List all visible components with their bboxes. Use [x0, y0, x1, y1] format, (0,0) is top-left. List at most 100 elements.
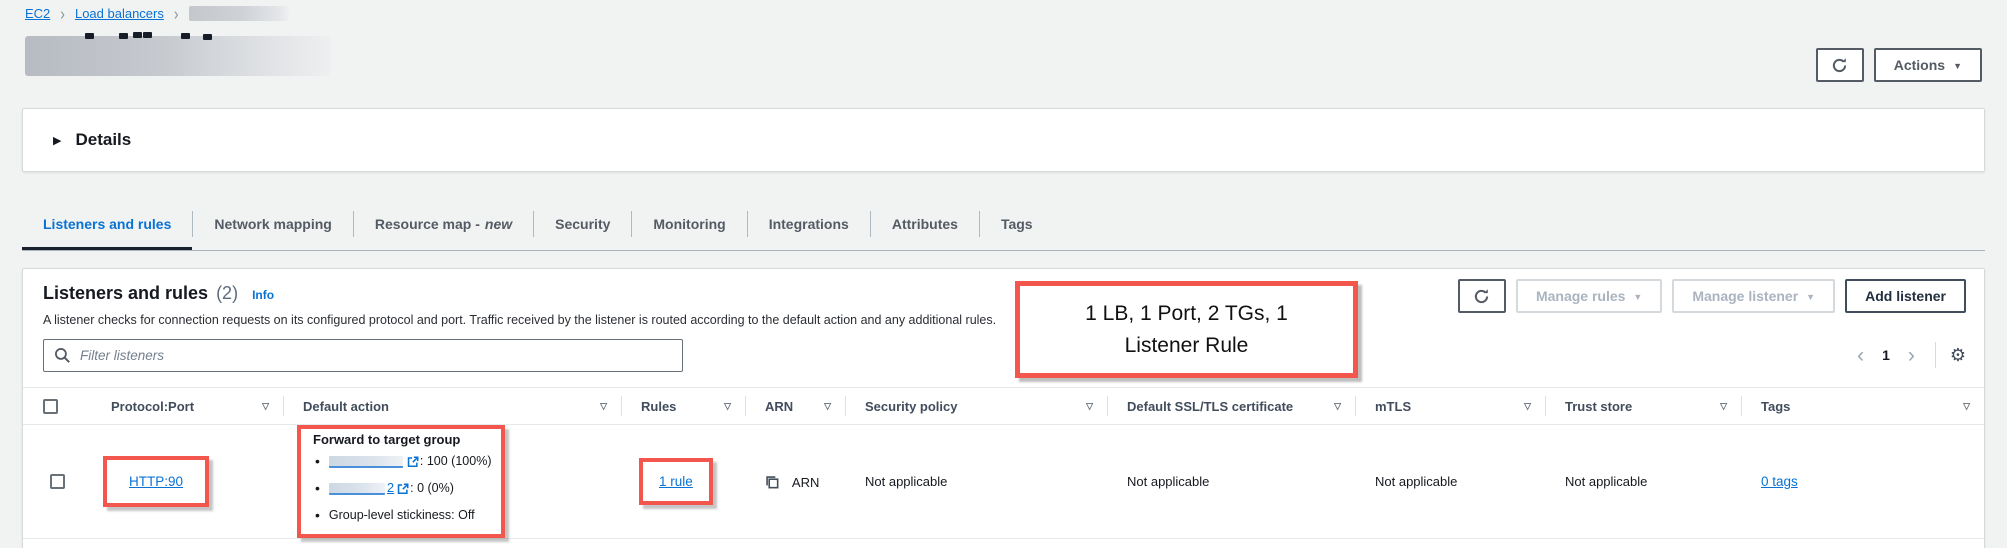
breadcrumb-chevron-icon: › — [60, 3, 65, 23]
ssl-certificate-value: Not applicable — [1127, 474, 1209, 489]
tab-label: Resource map - — [375, 216, 480, 232]
tab-label: Attributes — [892, 216, 958, 232]
table-header-row: Protocol:Port▽ Default action▽ Rules▽ AR… — [23, 388, 1984, 425]
sort-icon: ▽ — [1720, 401, 1727, 412]
page-next-icon[interactable]: › — [1902, 345, 1921, 366]
table-refresh-button[interactable] — [1458, 279, 1506, 313]
tab-security[interactable]: Security — [534, 198, 631, 250]
col-arn[interactable]: ARN ▽ — [745, 388, 845, 425]
listeners-panel: Listeners and rules (2) Info A listener … — [22, 268, 1985, 548]
listener-link[interactable]: HTTP:90 — [129, 474, 183, 489]
target-group-link-redacted[interactable] — [329, 483, 385, 495]
col-mtls[interactable]: mTLS▽ — [1355, 388, 1545, 425]
annotation-text: 1 LB, 1 Port, 2 TGs, 1 Listener Rule — [1046, 298, 1327, 361]
breadcrumb-link-ec2[interactable]: EC2 — [25, 6, 50, 21]
col-protocol-port[interactable]: Protocol:Port ▽ — [91, 388, 283, 425]
manage-rules-button[interactable]: Manage rules ▼ — [1516, 279, 1662, 313]
tab-resource-map[interactable]: Resource map - new — [354, 198, 533, 250]
manage-listener-button[interactable]: Manage listener ▼ — [1672, 279, 1835, 313]
tab-bar: Listeners and rules Network mapping Reso… — [22, 198, 1985, 251]
tab-label: Integrations — [769, 216, 849, 232]
col-label: Trust store — [1565, 399, 1632, 414]
col-ssl-certificate[interactable]: Default SSL/TLS certificate ▽ — [1107, 388, 1355, 425]
row-checkbox[interactable] — [50, 474, 65, 489]
tab-monitoring[interactable]: Monitoring — [632, 198, 746, 250]
tab-label: Network mapping — [214, 216, 331, 232]
pagination: ‹ 1 › ⚙ — [1851, 342, 1966, 368]
refresh-icon — [1473, 288, 1490, 305]
ssl-certificate-cell: Not applicable — [1107, 425, 1355, 539]
panel-description: A listener checks for connection request… — [43, 313, 1964, 327]
tabs-baseline-divider — [22, 250, 1985, 251]
trust-store-value: Not applicable — [1565, 474, 1647, 489]
panel-count: (2) — [216, 283, 238, 304]
toolbar-divider — [1935, 342, 1936, 368]
col-label: ARN — [765, 399, 793, 414]
details-panel[interactable]: ▶ Details — [22, 108, 1985, 172]
target-group-link-redacted[interactable] — [329, 456, 403, 468]
chevron-down-icon: ▼ — [1806, 293, 1815, 302]
col-label: Default action — [303, 399, 389, 414]
breadcrumb-link-load-balancers[interactable]: Load balancers — [75, 6, 164, 21]
col-label: mTLS — [1375, 399, 1411, 414]
tab-new-badge: new — [485, 216, 512, 232]
panel-buttons: Manage rules ▼ Manage listener ▼ Add lis… — [1458, 279, 1966, 313]
breadcrumb-chevron-icon: › — [174, 3, 179, 23]
col-label: Default SSL/TLS certificate — [1127, 399, 1293, 414]
col-label: Tags — [1761, 399, 1790, 414]
stickiness-text: Group-level stickiness: Off — [329, 503, 475, 527]
sort-icon: ▽ — [824, 401, 831, 412]
security-policy-cell: Not applicable — [845, 425, 1107, 539]
rules-link[interactable]: 1 rule — [659, 474, 693, 489]
tab-integrations[interactable]: Integrations — [748, 198, 870, 250]
tags-cell: 0 tags — [1741, 425, 1984, 539]
tab-tags[interactable]: Tags — [980, 198, 1054, 250]
tab-label: Monitoring — [653, 216, 725, 232]
col-tags[interactable]: Tags▽ — [1741, 388, 1984, 425]
tab-attributes[interactable]: Attributes — [871, 198, 979, 250]
protocol-port-cell: HTTP:90 — [91, 425, 283, 539]
target-group-weight: : 0 (0%) — [410, 476, 454, 500]
gear-icon[interactable]: ⚙ — [1950, 346, 1966, 364]
sort-icon: ▽ — [262, 401, 269, 412]
add-listener-button[interactable]: Add listener — [1845, 279, 1966, 313]
col-security-policy[interactable]: Security policy▽ — [845, 388, 1107, 425]
default-action-cell: Forward to target group : 100 (100%) — [283, 425, 621, 539]
col-trust-store[interactable]: Trust store ▽ — [1545, 388, 1741, 425]
annotation-callout: 1 LB, 1 Port, 2 TGs, 1 Listener Rule — [1015, 281, 1358, 378]
refresh-button[interactable] — [1816, 48, 1864, 82]
tab-network-mapping[interactable]: Network mapping — [193, 198, 352, 250]
col-label: Rules — [641, 399, 676, 414]
annotation-outline: 1 rule — [639, 458, 713, 505]
col-label: Protocol:Port — [111, 399, 194, 414]
stickiness-item: Group-level stickiness: Off — [309, 502, 491, 529]
col-rules[interactable]: Rules▽ — [621, 388, 745, 425]
tags-link[interactable]: 0 tags — [1761, 474, 1798, 489]
col-default-action[interactable]: Default action▽ — [283, 388, 621, 425]
panel-header: Listeners and rules (2) Info A listener … — [23, 269, 1984, 327]
page-prev-icon[interactable]: ‹ — [1851, 345, 1870, 366]
manage-rules-label: Manage rules — [1536, 288, 1625, 304]
info-link[interactable]: Info — [252, 288, 274, 302]
page-actions: Actions ▼ — [1816, 48, 1982, 82]
sort-icon: ▽ — [1334, 401, 1341, 412]
filter-box — [43, 339, 683, 372]
details-title: Details — [75, 130, 131, 150]
expand-caret-icon: ▶ — [53, 134, 61, 147]
manage-listener-label: Manage listener — [1692, 288, 1798, 304]
page-number[interactable]: 1 — [1876, 347, 1896, 363]
annotation-outline: HTTP:90 — [103, 456, 209, 507]
page-title-redacted — [25, 36, 330, 76]
listeners-table: Protocol:Port▽ Default action▽ Rules▽ AR… — [23, 387, 1984, 539]
select-all-checkbox[interactable] — [43, 399, 58, 414]
external-link-icon — [397, 483, 409, 495]
forward-title: Forward to target group — [309, 432, 491, 447]
actions-button[interactable]: Actions ▼ — [1874, 48, 1982, 82]
target-group-link-suffix[interactable]: 2 — [387, 476, 394, 501]
chevron-down-icon: ▼ — [1633, 293, 1642, 302]
tab-listeners-and-rules[interactable]: Listeners and rules — [22, 198, 192, 250]
filter-listeners-input[interactable] — [43, 339, 683, 372]
copy-icon[interactable] — [765, 475, 780, 490]
annotation-outline: Forward to target group : 100 (100%) — [297, 425, 505, 538]
select-all-header[interactable] — [23, 388, 91, 425]
